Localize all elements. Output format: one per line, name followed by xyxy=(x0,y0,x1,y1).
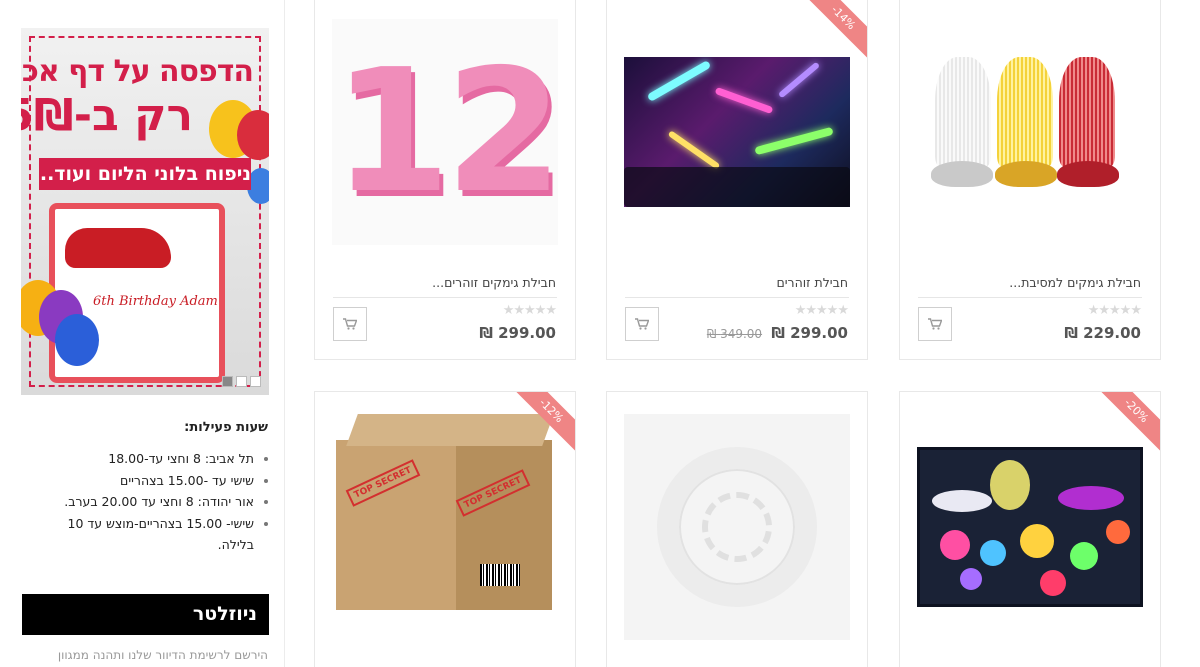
slider-dot[interactable] xyxy=(236,376,247,387)
rating-stars: ★★★★★ xyxy=(794,303,849,318)
product-price: 299.00 ₪ 349.00 ₪ xyxy=(707,324,848,342)
rating-stars: ★★★★★ xyxy=(502,303,557,318)
product-image[interactable] xyxy=(917,19,1143,245)
product-card[interactable]: חבילת גימקים למסיבת... ★★★★★ 229.00 ₪ xyxy=(899,0,1161,360)
product-image[interactable]: TOP SECRET TOP SECRET xyxy=(332,414,558,640)
hours-item: תל אביב: 8 וחצי עד-18.00 xyxy=(33,448,268,470)
product-image[interactable] xyxy=(624,19,850,245)
promo-banner[interactable]: הדפסה על דף אכיל רק ב-25₪ ניפוח בלוני הל… xyxy=(21,28,269,395)
cart-icon xyxy=(635,318,649,330)
hours-item: אור יהודה: 8 וחצי עד 20.00 בערב. xyxy=(33,491,268,513)
product-card[interactable]: TOP SECRET TOP SECRET -12% xyxy=(314,391,576,667)
divider xyxy=(918,297,1142,298)
party-glow-icon xyxy=(624,57,850,207)
sidebar: הדפסה על דף אכיל רק ב-25₪ ניפוח בלוני הל… xyxy=(0,0,285,667)
old-price: 349.00 ₪ xyxy=(706,327,763,341)
cake-text: 6th Birthday Adam xyxy=(93,294,218,309)
secret-box-icon: TOP SECRET TOP SECRET xyxy=(332,414,558,640)
product-price: 299.00 ₪ xyxy=(479,324,556,342)
newsletter-title: ניוזלטר xyxy=(22,594,269,635)
newsletter-text: הירשם לרשימת הדיוור שלנו ותהנה ממגוון xyxy=(57,648,268,662)
add-to-cart-button[interactable] xyxy=(625,307,659,341)
hours-title: שעות פעילות: xyxy=(184,420,268,435)
product-name[interactable]: חבילת זוהרים xyxy=(776,275,848,290)
product-card[interactable]: 12 חבילת גימקים זוהרים... ★★★★★ 299.00 ₪ xyxy=(314,0,576,360)
product-image[interactable]: 12 xyxy=(332,19,558,245)
current-price: 229.00 ₪ xyxy=(1064,324,1141,342)
slider-dots xyxy=(222,376,261,387)
rating-stars: ★★★★★ xyxy=(1087,303,1142,318)
product-name[interactable]: חבילת גימקים למסיבת... xyxy=(1009,275,1141,290)
hours-item: שישי- 15.00 בצהריים-מוצש עד 10 בלילה. xyxy=(33,513,268,556)
car-icon xyxy=(65,228,171,268)
product-name[interactable]: חבילת גימקים זוהרים... xyxy=(432,275,556,290)
divider xyxy=(625,297,849,298)
party-pack-icon xyxy=(917,447,1143,607)
product-image[interactable] xyxy=(624,414,850,640)
current-price: 299.00 ₪ xyxy=(479,324,556,342)
product-image[interactable] xyxy=(917,414,1143,640)
glow-ring-icon xyxy=(624,414,850,640)
banner-subline: ניפוח בלוני הליום ועוד... xyxy=(39,158,251,190)
product-price: 229.00 ₪ xyxy=(1064,324,1141,342)
slider-dot[interactable] xyxy=(222,376,233,387)
current-price: 299.00 ₪ xyxy=(771,324,848,342)
product-card[interactable]: -20% xyxy=(899,391,1161,667)
hours-list: תל אביב: 8 וחצי עד-18.00 שישי עד -15.00 … xyxy=(33,448,268,556)
balloon-icon xyxy=(55,314,99,366)
banner-headline: הדפסה על דף אכיל xyxy=(21,54,254,89)
divider xyxy=(333,297,557,298)
add-to-cart-button[interactable] xyxy=(918,307,952,341)
product-card[interactable]: -14% חבילת זוהרים ★★★★★ 299.00 ₪ 349.00 … xyxy=(606,0,868,360)
balloons-12-icon: 12 xyxy=(332,19,558,245)
cart-icon xyxy=(343,318,357,330)
cart-icon xyxy=(928,318,942,330)
slider-dot[interactable] xyxy=(250,376,261,387)
product-card[interactable] xyxy=(606,391,868,667)
hours-item: שישי עד -15.00 בצהריים xyxy=(33,470,268,492)
add-to-cart-button[interactable] xyxy=(333,307,367,341)
banner-price: רק ב-25₪ xyxy=(21,90,193,141)
feather-masks-icon xyxy=(917,57,1143,207)
